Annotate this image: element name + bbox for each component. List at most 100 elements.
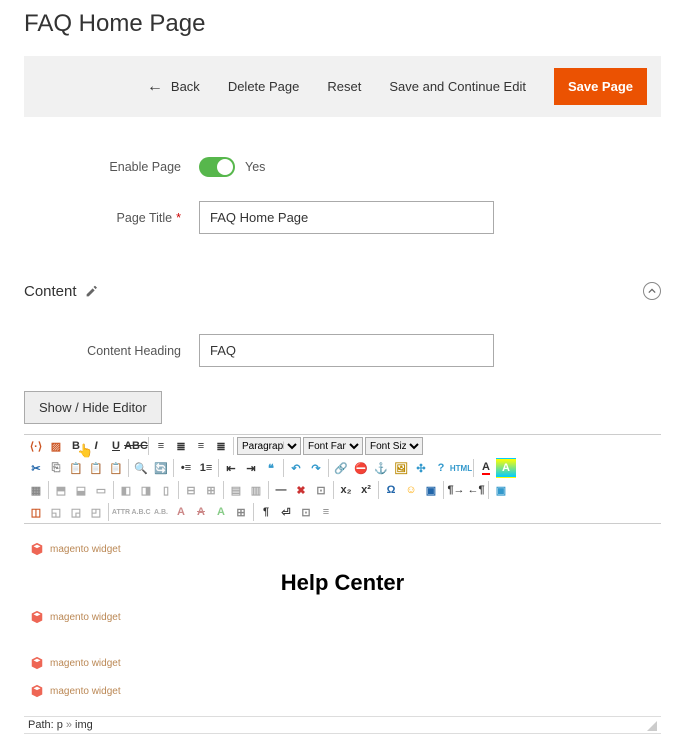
resize-handle[interactable] — [647, 721, 657, 731]
align-right-icon[interactable]: ≡ — [191, 436, 211, 456]
magento-widget-icon — [30, 610, 44, 624]
cleanup-icon[interactable]: ✣ — [411, 458, 431, 478]
blockquote-icon[interactable]: ❝ — [261, 458, 281, 478]
visualchars-icon[interactable]: ¶ — [256, 502, 276, 522]
reset-button[interactable]: Reset — [327, 79, 361, 94]
widget-insert-icon[interactable]: ⟨·⟩ — [26, 436, 46, 456]
col-before-icon[interactable]: ◧ — [116, 480, 136, 500]
cite-icon[interactable]: A.B.C — [131, 502, 151, 522]
enable-page-toggle[interactable] — [199, 157, 235, 177]
wysiwyg-editor: ⟨·⟩ ▨ 👆 B I U ABC ≡ ≣ ≡ ≣ Paragraph Font… — [24, 434, 661, 734]
acronym-icon[interactable]: A — [171, 502, 191, 522]
show-hide-editor-button[interactable]: Show / Hide Editor — [24, 391, 162, 424]
replace-icon[interactable]: 🔄 — [151, 458, 171, 478]
save-page-button[interactable]: Save Page — [554, 68, 647, 105]
underline-icon[interactable]: U — [106, 436, 126, 456]
widget-text: magento widget — [50, 612, 121, 623]
italic-icon[interactable]: I — [86, 436, 106, 456]
visual-aid-icon[interactable]: ⊡ — [311, 480, 331, 500]
editor-path: Path: p»img — [28, 719, 93, 731]
anchor-icon[interactable]: ⚓ — [371, 458, 391, 478]
outdent-icon[interactable]: ⇤ — [221, 458, 241, 478]
bullet-list-icon[interactable]: •≡ — [176, 458, 196, 478]
ins-icon[interactable]: A — [211, 502, 231, 522]
superscript-icon[interactable]: x² — [356, 480, 376, 500]
emoticons-icon[interactable]: ☺ — [401, 480, 421, 500]
number-list-icon[interactable]: 1≡ — [196, 458, 216, 478]
align-left-icon[interactable]: ≡ — [151, 436, 171, 456]
paste-icon[interactable]: 📋 — [66, 458, 86, 478]
widget-placeholder[interactable]: magento widget — [30, 610, 655, 624]
delete-page-button[interactable]: Delete Page — [228, 79, 300, 94]
attribs-icon[interactable]: ⊞ — [231, 502, 251, 522]
help-icon[interactable]: ? — [431, 458, 451, 478]
copy-icon[interactable]: ⎘ — [46, 458, 66, 478]
content-heading-input[interactable] — [199, 334, 494, 367]
link-icon[interactable]: 🔗 — [331, 458, 351, 478]
align-justify-icon[interactable]: ≣ — [211, 436, 231, 456]
widget-placeholder[interactable]: magento widget — [30, 542, 655, 556]
style-props-icon[interactable]: ATTR — [111, 502, 131, 522]
paste-text-icon[interactable]: 📋 — [86, 458, 106, 478]
strikethrough-icon[interactable]: ABC — [126, 436, 146, 456]
undo-icon[interactable]: ↶ — [286, 458, 306, 478]
backcolor-icon[interactable]: A — [496, 458, 516, 478]
bold-icon[interactable]: B — [66, 436, 86, 456]
paste-word-icon[interactable]: 📋 — [106, 458, 126, 478]
del-icon[interactable]: A — [191, 502, 211, 522]
insert-image-icon[interactable]: ▨ — [46, 436, 66, 456]
abbr-icon[interactable]: A.B. — [151, 502, 171, 522]
magento-widget-icon — [30, 684, 44, 698]
charmap-icon[interactable]: Ω — [381, 480, 401, 500]
pagebreak-icon[interactable]: ≡ — [316, 502, 336, 522]
rtl-icon[interactable]: ←¶ — [466, 480, 486, 500]
enable-page-label: Enable Page — [24, 160, 199, 174]
merge-cells-icon[interactable]: ⊞ — [201, 480, 221, 500]
ltr-icon[interactable]: ¶→ — [446, 480, 466, 500]
font-family-select[interactable]: Font Family — [303, 437, 363, 455]
save-continue-button[interactable]: Save and Continue Edit — [389, 79, 526, 94]
layer-icon[interactable]: ◫ — [26, 502, 46, 522]
editor-body[interactable]: magento widget Help Center magento widge… — [24, 524, 661, 716]
chevron-up-icon[interactable] — [643, 282, 661, 300]
row-before-icon[interactable]: ⬒ — [51, 480, 71, 500]
row-after-icon[interactable]: ⬓ — [71, 480, 91, 500]
delete-col-icon[interactable]: ▯ — [156, 480, 176, 500]
nonbreaking-icon[interactable]: ⏎ — [276, 502, 296, 522]
widget-placeholder[interactable]: magento widget — [30, 684, 655, 698]
subscript-icon[interactable]: x₂ — [336, 480, 356, 500]
back-button[interactable]: ← Back — [147, 78, 200, 96]
indent-icon[interactable]: ⇥ — [241, 458, 261, 478]
format-select[interactable]: Paragraph — [237, 437, 301, 455]
align-center-icon[interactable]: ≣ — [171, 436, 191, 456]
hr-icon[interactable]: — — [271, 480, 291, 500]
row-props-icon[interactable]: ▤ — [226, 480, 246, 500]
delete-row-icon[interactable]: ▭ — [91, 480, 111, 500]
fullscreen-icon[interactable]: ▣ — [491, 480, 511, 500]
code-icon[interactable]: HTML — [451, 458, 471, 478]
path-p[interactable]: p — [57, 719, 63, 731]
layer-forward-icon[interactable]: ◱ — [46, 502, 66, 522]
split-cells-icon[interactable]: ⊟ — [181, 480, 201, 500]
content-section-header[interactable]: Content — [24, 278, 661, 304]
template-icon[interactable]: ⊡ — [296, 502, 316, 522]
cut-icon[interactable]: ✂ — [26, 458, 46, 478]
path-img[interactable]: img — [75, 719, 93, 731]
layer-backward-icon[interactable]: ◲ — [66, 502, 86, 522]
font-size-select[interactable]: Font Size — [365, 437, 423, 455]
widget-text: magento widget — [50, 686, 121, 697]
page-title-input[interactable] — [199, 201, 494, 234]
redo-icon[interactable]: ↷ — [306, 458, 326, 478]
remove-format-icon[interactable]: ✖ — [291, 480, 311, 500]
layer-absolute-icon[interactable]: ◰ — [86, 502, 106, 522]
forecolor-icon[interactable]: A — [476, 458, 496, 478]
col-after-icon[interactable]: ◨ — [136, 480, 156, 500]
media-icon[interactable]: ▣ — [421, 480, 441, 500]
widget-text: magento widget — [50, 544, 121, 555]
unlink-icon[interactable]: ⛔ — [351, 458, 371, 478]
find-icon[interactable]: 🔍 — [131, 458, 151, 478]
table-icon[interactable]: ▦ — [26, 480, 46, 500]
widget-placeholder[interactable]: magento widget — [30, 656, 655, 670]
cell-props-icon[interactable]: ▥ — [246, 480, 266, 500]
image-icon[interactable]: 🖼 — [391, 458, 411, 478]
